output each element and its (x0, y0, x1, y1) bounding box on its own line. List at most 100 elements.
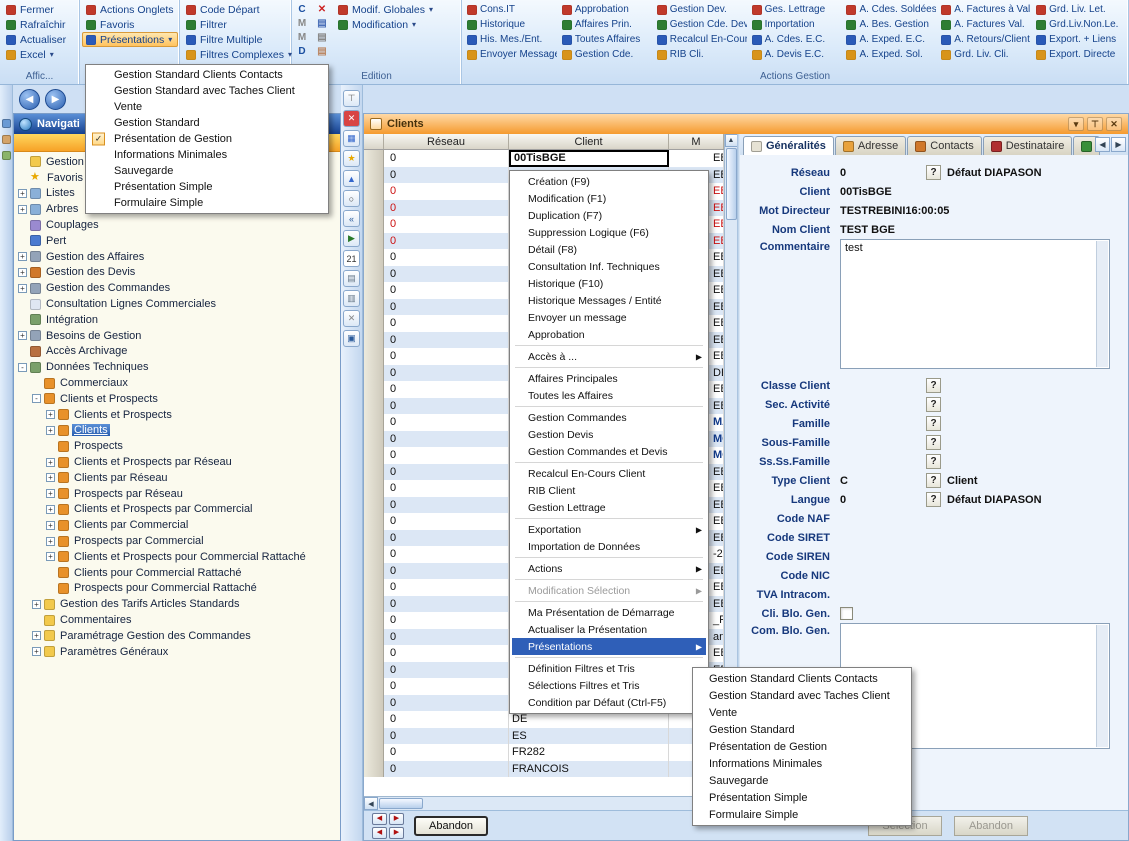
collapse-window-button[interactable]: ▾ (1068, 117, 1084, 131)
row-selector[interactable] (364, 744, 384, 761)
tree-expand-icon[interactable]: + (18, 205, 27, 214)
row-selector[interactable] (364, 447, 384, 464)
ribbon-item[interactable]: Rafraîchir (2, 17, 70, 32)
close-icon[interactable]: ✕ (343, 110, 360, 127)
ribbon-icon-button[interactable]: M (294, 30, 310, 44)
column-header-Réseau[interactable]: Réseau (384, 134, 509, 149)
tree-expand-icon[interactable]: + (46, 505, 55, 514)
tree-item[interactable]: +Prospects par Réseau (14, 486, 340, 502)
row-selector[interactable] (364, 332, 384, 349)
tree-item[interactable]: +Paramètres Généraux (14, 644, 340, 660)
row-selector[interactable] (364, 381, 384, 398)
menu-item[interactable]: Gestion Commandes et Devis (512, 443, 706, 460)
menu-item[interactable]: Présentation Simple (88, 179, 326, 195)
ribbon-item[interactable]: A. Devis E.C. (749, 47, 842, 62)
cell-reseau[interactable]: 0 (384, 513, 509, 530)
ribbon-item[interactable]: Code Départ (182, 2, 296, 17)
cell-reseau[interactable]: 0 (384, 711, 509, 728)
menu-item[interactable]: Suppression Logique (F6) (512, 224, 706, 241)
menu-item[interactable]: Modification Sélection▶ (512, 582, 706, 599)
menu-item[interactable]: Historique Messages / Entité (512, 292, 706, 309)
cell-reseau[interactable]: 0 (384, 348, 509, 365)
tree-item[interactable]: +Gestion des Commandes (14, 280, 340, 296)
cell-reseau[interactable]: 0 (384, 332, 509, 349)
menu-item[interactable]: Présentation Simple (695, 789, 909, 806)
tree-item[interactable]: Clients pour Commercial Rattaché (14, 565, 340, 581)
grid-icon[interactable]: ▦ (343, 130, 360, 147)
menu-item[interactable]: Historique (F10) (512, 275, 706, 292)
ribbon-item[interactable]: RIB Cli. (654, 47, 747, 62)
row-selector[interactable] (364, 398, 384, 415)
column-header-Client[interactable]: Client (509, 134, 669, 149)
menu-item[interactable]: Formulaire Simple (695, 806, 909, 823)
menu-item[interactable]: Approbation (512, 326, 706, 343)
ribbon-item[interactable]: Actions Onglets (82, 2, 178, 17)
menu-item[interactable]: Duplication (F7) (512, 207, 706, 224)
cell-reseau[interactable]: 0 (384, 678, 509, 695)
cell-reseau[interactable]: 0 (384, 167, 509, 184)
menu-item[interactable]: Recalcul En-Cours Client (512, 465, 706, 482)
calendar-icon[interactable]: 21 (343, 250, 360, 267)
cell-reseau[interactable]: 0 (384, 431, 509, 448)
help-button[interactable]: ? (926, 165, 941, 180)
row-selector[interactable] (364, 579, 384, 596)
cell-reseau[interactable]: 0 (384, 612, 509, 629)
row-selector[interactable] (364, 612, 384, 629)
cell-client[interactable]: FRANCOIS (509, 761, 669, 778)
tree-expand-icon[interactable]: + (18, 268, 27, 277)
cell-reseau[interactable]: 0 (384, 464, 509, 481)
tree-expand-icon[interactable]: + (18, 189, 27, 198)
menu-item[interactable]: Gestion Standard Clients Contacts (88, 67, 326, 83)
tree-item[interactable]: Consultation Lignes Commerciales (14, 296, 340, 312)
ribbon-item[interactable]: A. Factures Val. (938, 17, 1031, 32)
ribbon-item[interactable]: Grd. Liv. Cli. (938, 47, 1031, 62)
row-selector[interactable] (364, 728, 384, 745)
tree-expand-icon[interactable]: + (46, 537, 55, 546)
tree-expand-icon[interactable]: - (32, 394, 41, 403)
tree-expand-icon[interactable]: - (18, 363, 27, 372)
menu-item[interactable]: Gestion Lettrage (512, 499, 706, 516)
ribbon-item[interactable]: Fermer (2, 2, 70, 17)
horizontal-scrollbar[interactable]: ◀ ▶ (364, 796, 724, 810)
menu-item[interactable]: Envoyer un message (512, 309, 706, 326)
menu-item[interactable]: RIB Client (512, 482, 706, 499)
panel-icon-1[interactable] (2, 119, 11, 128)
cell-client[interactable]: ES (509, 728, 669, 745)
cell-reseau[interactable]: 0 (384, 629, 509, 646)
ribbon-icon-button[interactable]: M (294, 16, 310, 30)
menu-item[interactable]: Gestion Commandes (512, 409, 706, 426)
cell-client[interactable]: 00TisBGE (509, 150, 669, 167)
tree-expand-icon[interactable]: + (46, 473, 55, 482)
menu-item[interactable]: Gestion Standard Clients Contacts (695, 670, 909, 687)
cell-reseau[interactable]: 0 (384, 596, 509, 613)
row-selector[interactable] (364, 348, 384, 365)
tree-item[interactable]: +Clients par Réseau (14, 470, 340, 486)
menu-item[interactable]: Gestion Standard avec Taches Client (88, 83, 326, 99)
cell-client[interactable]: FR282 (509, 744, 669, 761)
cell-reseau[interactable]: 0 (384, 761, 509, 778)
menu-item[interactable]: Ma Présentation de Démarrage (512, 604, 706, 621)
menu-item[interactable]: Gestion Devis (512, 426, 706, 443)
cell-reseau[interactable]: 0 (384, 249, 509, 266)
textarea-scrollbar[interactable] (1096, 241, 1108, 367)
menu-item[interactable]: Actions▶ (512, 560, 706, 577)
cell-reseau[interactable]: 0 (384, 728, 509, 745)
ribbon-item[interactable]: Historique (464, 17, 557, 32)
row-selector[interactable] (364, 365, 384, 382)
table-row[interactable]: 0FRANCOISfranco (364, 761, 724, 778)
menu-item[interactable]: Présentations▶ (512, 638, 706, 655)
tree-expand-icon[interactable]: + (32, 600, 41, 609)
menu-item[interactable]: Formulaire Simple (88, 195, 326, 211)
column-header-M[interactable]: M (669, 134, 724, 149)
help-button[interactable]: ? (926, 435, 941, 450)
cell-reseau[interactable]: 0 (384, 563, 509, 580)
ribbon-item[interactable]: Actualiser (2, 32, 70, 47)
scrollbar-thumb[interactable] (379, 798, 423, 809)
tree-item[interactable]: +Clients par Commercial (14, 517, 340, 533)
row-selector[interactable] (364, 282, 384, 299)
tab-adresse[interactable]: Adresse (835, 136, 906, 155)
row-selector[interactable] (364, 150, 384, 167)
cell-reseau[interactable]: 0 (384, 744, 509, 761)
cell-reseau[interactable]: 0 (384, 315, 509, 332)
ribbon-icon-button[interactable]: ▤ (314, 30, 330, 44)
